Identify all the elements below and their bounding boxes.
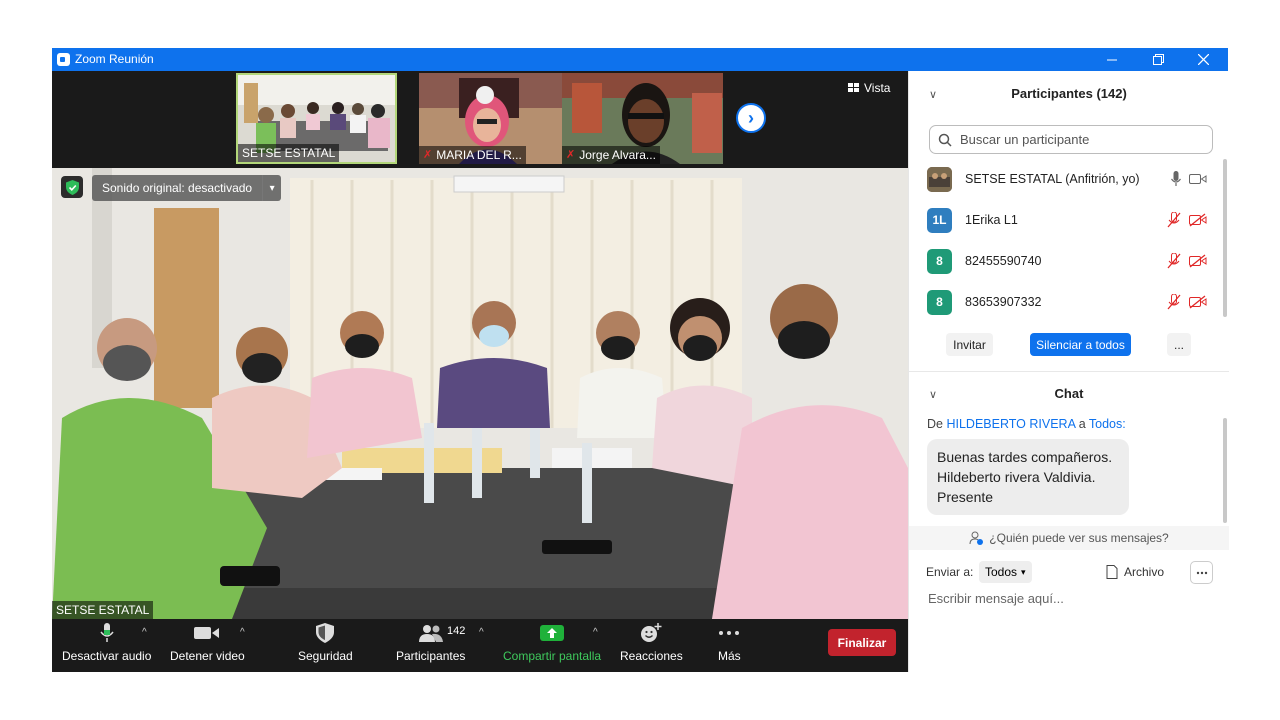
participant-row[interactable]: 8 83653907332: [927, 289, 1207, 315]
end-meeting-button[interactable]: Finalizar: [828, 629, 896, 656]
share-screen-icon: [540, 619, 565, 647]
chevron-down-icon: ▾: [1021, 566, 1026, 577]
original-sound-toggle[interactable]: Sonido original: desactivado ▾: [92, 175, 282, 201]
more-button[interactable]: Más: [718, 619, 741, 672]
reactions-button[interactable]: Reacciones: [620, 619, 683, 672]
file-icon: [1106, 565, 1118, 579]
muted-microphone-icon[interactable]: [1167, 294, 1181, 310]
window-title: Zoom Reunión: [75, 52, 154, 66]
stop-video-button[interactable]: Detener video: [170, 619, 245, 672]
thumbnail-name-label: ✗ Jorge Alvara...: [562, 146, 660, 164]
muted-microphone-icon[interactable]: [1167, 212, 1181, 228]
restore-button[interactable]: [1135, 48, 1181, 71]
participant-name: 1Erika L1: [965, 213, 1018, 227]
chat-more-button[interactable]: [1190, 561, 1213, 584]
shield-icon: [316, 619, 335, 647]
minimize-button[interactable]: [1089, 48, 1135, 71]
speaker-name-label: SETSE ESTATAL: [52, 601, 154, 619]
ellipsis-icon: [1196, 571, 1207, 574]
smiley-add-icon: [640, 619, 662, 647]
avatar: 1L: [927, 207, 952, 233]
muted-mic-icon: ✗: [423, 149, 433, 161]
chat-title: Chat: [1054, 386, 1084, 401]
muted-mic-icon: ✗: [566, 149, 576, 161]
participant-search-box[interactable]: [929, 125, 1213, 154]
sender-name[interactable]: HILDEBERTO RIVERA: [946, 417, 1075, 431]
participants-more-button[interactable]: ...: [1167, 333, 1191, 356]
meeting-toolbar: Desactivar audio ^ Detener video ^ Segur…: [52, 619, 908, 672]
close-button[interactable]: [1180, 48, 1226, 71]
security-shield-icon[interactable]: [61, 176, 83, 198]
zoom-app-icon: [57, 53, 70, 66]
meeting-area: SETSE ESTATAL ✗ MARIA DEL R... ✗ Jorge A…: [52, 71, 908, 672]
recipient-name: Todos:: [1088, 417, 1126, 431]
video-camera-icon[interactable]: [1189, 173, 1207, 185]
main-video: Sonido original: desactivado ▾ SETSE EST…: [52, 168, 908, 619]
grid-icon: [848, 83, 859, 92]
microphone-icon: [100, 619, 114, 647]
chat-message-header: De HILDEBERTO RIVERA a Todos:: [927, 417, 1126, 431]
share-options-caret-icon[interactable]: ^: [593, 627, 598, 638]
video-thumbnail[interactable]: SETSE ESTATAL: [236, 73, 397, 164]
mute-button[interactable]: Desactivar audio: [62, 619, 151, 672]
audio-options-caret-icon[interactable]: ^: [142, 627, 147, 638]
chat-message-bubble: Buenas tardes compañeros. Hildeberto riv…: [927, 439, 1129, 515]
video-options-caret-icon[interactable]: ^: [240, 627, 245, 638]
chat-message-input[interactable]: [926, 590, 1220, 607]
ellipsis-icon: [718, 619, 740, 647]
view-button[interactable]: Vista: [848, 81, 890, 95]
mute-all-button[interactable]: Silenciar a todos: [1030, 333, 1131, 356]
chat-scrollbar[interactable]: [1223, 418, 1227, 523]
video-off-icon[interactable]: [1189, 295, 1207, 309]
thumbnail-name-label: SETSE ESTATAL: [238, 144, 340, 162]
muted-microphone-icon[interactable]: [1167, 253, 1181, 269]
search-icon: [938, 133, 952, 147]
file-button[interactable]: Archivo: [1106, 565, 1164, 579]
thumbnail-name-label: ✗ MARIA DEL R...: [419, 146, 526, 164]
send-to-dropdown[interactable]: Todos ▾: [979, 561, 1032, 583]
invite-button[interactable]: Invitar: [946, 333, 993, 356]
security-button[interactable]: Seguridad: [298, 619, 353, 672]
participant-row[interactable]: SETSE ESTATAL (Anfitrión, yo): [927, 166, 1207, 192]
chevron-down-icon[interactable]: ▾: [262, 175, 282, 201]
video-thumbnail[interactable]: ✗ Jorge Alvara...: [562, 73, 723, 164]
avatar: 8: [927, 289, 952, 315]
participant-count: 142: [447, 625, 466, 637]
video-off-icon[interactable]: [1189, 254, 1207, 268]
video-thumbnail[interactable]: ✗ MARIA DEL R...: [419, 73, 580, 164]
who-can-see-messages[interactable]: ¿Quién puede ver sus mensajes?: [909, 526, 1229, 550]
participants-title: Participantes (142): [1011, 86, 1127, 101]
zoom-window: Zoom Reunión SETSE ESTATAL ✗ MARIA DEL R…: [52, 48, 1229, 672]
participants-scrollbar[interactable]: [1223, 159, 1227, 317]
title-bar: Zoom Reunión: [52, 48, 1228, 71]
participants-icon: [418, 619, 444, 647]
panel-divider: [909, 371, 1229, 372]
next-thumbnails-arrow-icon[interactable]: ›: [736, 103, 766, 133]
avatar: 8: [927, 248, 952, 274]
microphone-icon[interactable]: [1171, 171, 1181, 187]
share-screen-button[interactable]: Compartir pantalla: [503, 619, 601, 672]
participant-row[interactable]: 8 82455590740: [927, 248, 1207, 274]
participant-name: SETSE ESTATAL (Anfitrión, yo): [965, 172, 1140, 186]
avatar: [927, 166, 952, 192]
person-info-icon: [969, 531, 984, 545]
participant-row[interactable]: 1L 1Erika L1: [927, 207, 1207, 233]
search-input[interactable]: [958, 131, 1202, 148]
main-video-image: [52, 168, 908, 619]
video-off-icon[interactable]: [1189, 213, 1207, 227]
send-to-label: Enviar a:: [926, 565, 974, 579]
participant-name: 82455590740: [965, 254, 1042, 268]
thumbnail-strip: SETSE ESTATAL ✗ MARIA DEL R... ✗ Jorge A…: [52, 71, 908, 167]
video-camera-icon: [194, 619, 220, 647]
participants-options-caret-icon[interactable]: ^: [479, 627, 484, 638]
participant-name: 83653907332: [965, 295, 1042, 309]
side-panel: ∨ Participantes (142) SETSE ESTATAL (Anf…: [908, 71, 1229, 672]
